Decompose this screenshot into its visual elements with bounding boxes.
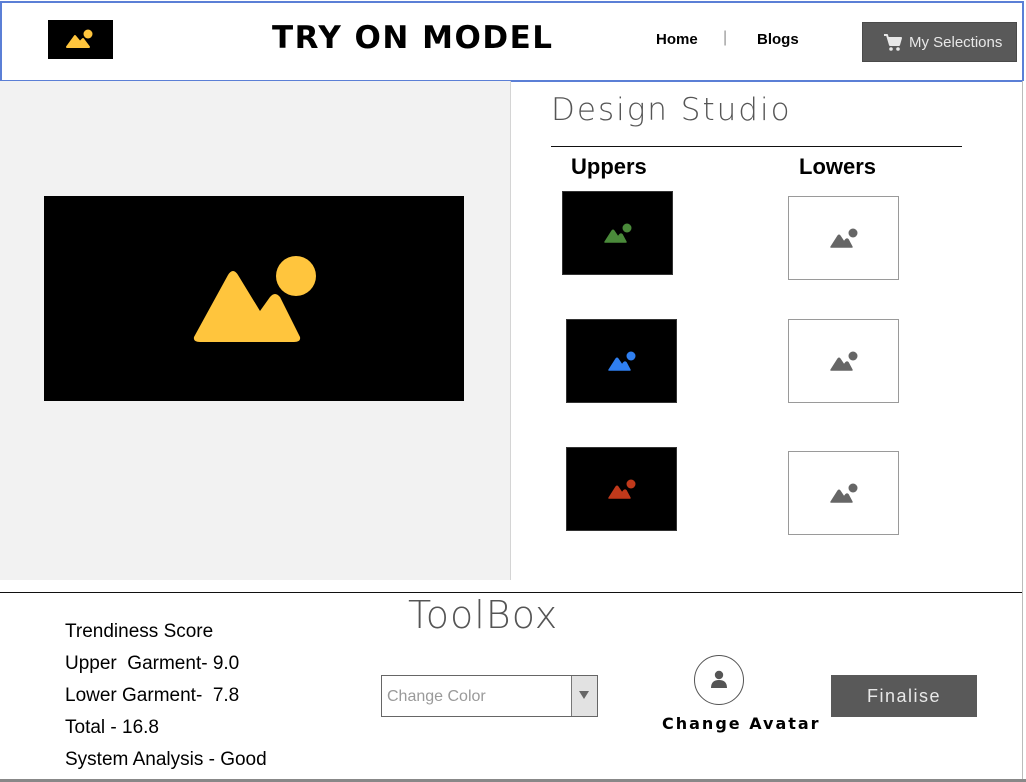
total-score: Total - 16.8	[65, 717, 159, 738]
cart-icon	[884, 34, 902, 51]
lower-garment-score: Lower Garment- 7.8	[65, 685, 240, 706]
image-icon	[608, 351, 636, 371]
scrollbar-track[interactable]	[1022, 81, 1026, 781]
finalise-button[interactable]: Finalise	[831, 675, 977, 717]
upper-garment-score: Upper Garment- 9.0	[65, 653, 240, 674]
image-icon	[830, 351, 858, 371]
panel-divider	[510, 81, 511, 580]
lower-garment-thumbnail[interactable]	[788, 196, 899, 280]
change-color-placeholder: Change Color	[387, 688, 486, 705]
system-analysis: System Analysis - Good	[65, 749, 267, 770]
trendiness-score-title: Trendiness Score	[65, 621, 214, 642]
lower-garment-thumbnail[interactable]	[788, 319, 899, 403]
logo[interactable]	[48, 20, 113, 59]
change-color-select[interactable]: Change Color	[381, 675, 598, 717]
upper-garment-thumbnail[interactable]	[562, 191, 673, 275]
design-studio-title: Design Studio	[551, 92, 792, 128]
change-avatar-label[interactable]: Change Avatar	[662, 714, 821, 733]
nav-blogs-link[interactable]: Blogs	[757, 31, 799, 48]
divider	[551, 146, 962, 147]
change-avatar-button[interactable]	[694, 655, 744, 705]
model-preview-image	[44, 196, 464, 401]
nav-separator: |	[723, 29, 728, 46]
image-icon	[604, 223, 632, 243]
image-icon	[608, 479, 636, 499]
my-selections-label: My Selections	[909, 34, 1003, 51]
lowers-heading: Lowers	[799, 154, 877, 179]
nav-home-link[interactable]: Home	[656, 31, 698, 48]
uppers-heading: Uppers	[571, 154, 647, 179]
upper-garment-thumbnail[interactable]	[566, 319, 677, 403]
upper-garment-thumbnail[interactable]	[566, 447, 677, 531]
image-icon	[830, 228, 858, 248]
image-icon	[830, 483, 858, 503]
dropdown-arrow-icon[interactable]	[571, 676, 597, 716]
my-selections-button[interactable]: My Selections	[862, 22, 1017, 62]
image-icon	[66, 29, 93, 48]
user-icon	[711, 670, 727, 688]
lower-garment-thumbnail[interactable]	[788, 451, 899, 535]
image-icon	[193, 256, 316, 342]
toolbox-title: ToolBox	[408, 593, 559, 637]
app-title: TRY ON MODEL	[272, 20, 554, 56]
